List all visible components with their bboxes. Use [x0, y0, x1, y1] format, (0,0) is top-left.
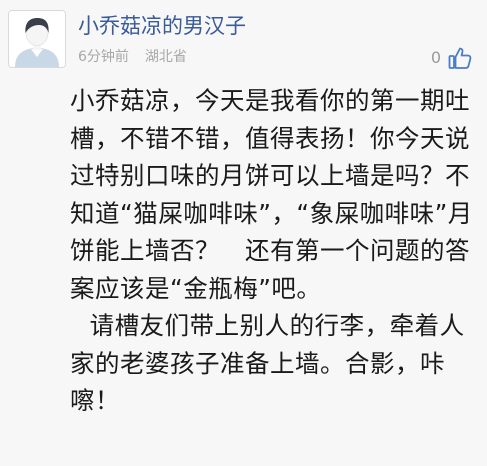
comment-card: 小乔菇凉的男汉子 6分钟前 湖北省 0 小乔菇凉，今天是我看你的第一期吐槽，不错不…: [0, 0, 487, 466]
comment-body: 小乔菇凉，今天是我看你的第一期吐槽，不错不错，值得表扬！你今天说过特别口味的月饼…: [70, 82, 480, 420]
comment-paragraph-1: 小乔菇凉，今天是我看你的第一期吐槽，不错不错，值得表扬！你今天说过特别口味的月饼…: [70, 86, 473, 303]
default-user-avatar-icon: [9, 11, 65, 67]
comment-paragraph-2: 请槽友们带上别人的行李，牵着人家的老婆孩子准备上墙。合影，咔嚓！: [70, 311, 465, 415]
comment-time: 6分钟前: [78, 49, 129, 65]
thumbs-up-icon[interactable]: [447, 45, 473, 71]
avatar[interactable]: [8, 10, 66, 68]
comment-location: 湖北省: [144, 49, 187, 65]
comment-meta: 6分钟前 湖北省: [78, 47, 187, 67]
like-count: 0: [430, 48, 441, 67]
username-link[interactable]: 小乔菇凉的男汉子: [78, 11, 246, 41]
like-button[interactable]: 0: [431, 44, 473, 72]
